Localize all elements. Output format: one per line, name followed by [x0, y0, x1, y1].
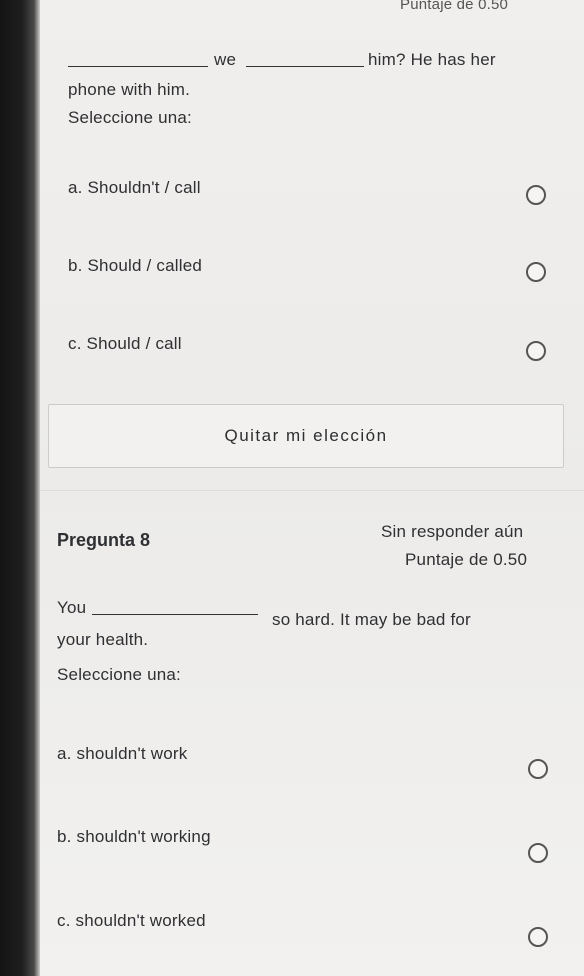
q8-option-a-radio[interactable] [528, 759, 548, 779]
q7-option-b-radio[interactable] [526, 262, 546, 282]
q7-option-a-radio[interactable] [526, 185, 546, 205]
q8-question-text: so hard. It may be bad for [272, 610, 471, 629]
q8-title: Pregunta 8 [57, 530, 151, 550]
q8-option-b-radio[interactable] [528, 843, 548, 863]
clear-choice-label: Quitar mi elección [224, 426, 388, 445]
q8-option-b-label[interactable]: b. shouldn't working [57, 827, 211, 847]
q8-option-a-label[interactable]: a. shouldn't work [57, 744, 187, 764]
q7-option-a-label[interactable]: a. Shouldn't / call [68, 178, 201, 198]
q8-score: Puntaje de 0.50 [405, 550, 528, 569]
q7-option-b-label[interactable]: b. Should / called [68, 256, 202, 276]
q8-select-prompt: Seleccione una: [57, 665, 181, 684]
q8-option-c-label[interactable]: c. shouldn't worked [57, 911, 206, 931]
q8-status: Sin responder aún [381, 522, 524, 541]
q7-option-c-label[interactable]: c. Should / call [68, 334, 182, 354]
q8-blank [92, 600, 258, 620]
q7-blank-1 [68, 52, 208, 72]
q7-option-c-radio[interactable] [526, 341, 546, 361]
q8-question-text-line2: your health. [57, 630, 149, 649]
q7-question-text: him? He has her [368, 50, 496, 69]
q8-word-you: You [57, 598, 87, 617]
q8-option-c-radio[interactable] [528, 927, 548, 947]
q7-question-text-line2: phone with him. [68, 80, 191, 99]
q7-word-we: we [214, 50, 237, 69]
question-divider [40, 490, 584, 491]
q7-select-prompt: Seleccione una: [68, 108, 192, 127]
clear-choice-button[interactable]: Quitar mi elección [48, 404, 564, 468]
dark-left-edge [0, 0, 40, 976]
q7-blank-2 [246, 52, 364, 72]
q7-score: Puntaje de 0.50 [400, 0, 509, 13]
